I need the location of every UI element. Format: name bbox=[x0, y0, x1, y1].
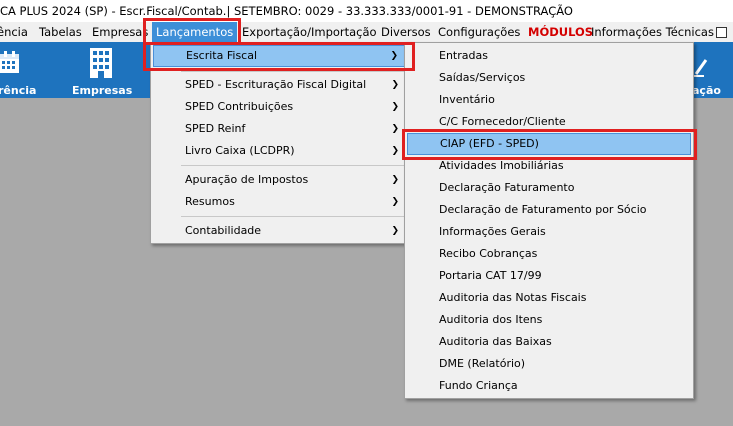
menu-item-configuracoes[interactable]: Configurações bbox=[438, 22, 520, 42]
menu-item-contabilidade[interactable]: Contabilidade ❯ bbox=[153, 220, 409, 242]
submenu-arrow-icon: ❯ bbox=[391, 124, 399, 134]
submenu-item-auditoria-notas-fiscais[interactable]: Auditoria das Notas Fiscais bbox=[407, 287, 691, 309]
submenu-item-cc-fornecedor-cliente[interactable]: C/C Fornecedor/Cliente bbox=[407, 111, 691, 133]
menu-item-label: Apuração de Impostos bbox=[185, 173, 309, 186]
submenu-item-declaracao-faturamento[interactable]: Declaração Faturamento bbox=[407, 177, 691, 199]
menu-separator bbox=[181, 165, 407, 166]
toolbar-button-empresas[interactable]: Empresas bbox=[62, 42, 142, 98]
submenu-item-auditoria-baixas[interactable]: Auditoria das Baixas bbox=[407, 331, 691, 353]
submenu-item-entradas[interactable]: Entradas bbox=[407, 45, 691, 67]
menu-item-livro-caixa[interactable]: Livro Caixa (LCDPR) ❯ bbox=[153, 140, 409, 162]
toolbar-label-referencia: rência bbox=[0, 84, 37, 97]
menu-bar: ência Tabelas Empresas Lançamentos Expor… bbox=[0, 22, 733, 42]
submenu-item-portaria-cat[interactable]: Portaria CAT 17/99 bbox=[407, 265, 691, 287]
menu-item-apuracao-impostos[interactable]: Apuração de Impostos ❯ bbox=[153, 169, 409, 191]
submenu-item-declaracao-faturamento-socio[interactable]: Declaração de Faturamento por Sócio bbox=[407, 199, 691, 221]
submenu-arrow-icon: ❯ bbox=[390, 51, 398, 61]
submenu-item-dme-relatorio[interactable]: DME (Relatório) bbox=[407, 353, 691, 375]
menu-item-sped-contribuicoes[interactable]: SPED Contribuições ❯ bbox=[153, 96, 409, 118]
submenu-item-auditoria-itens[interactable]: Auditoria dos Itens bbox=[407, 309, 691, 331]
submenu-item-inventario[interactable]: Inventário bbox=[407, 89, 691, 111]
submenu-item-ciap[interactable]: CIAP (EFD - SPED) bbox=[407, 133, 691, 155]
menu-item-exportacao-importacao[interactable]: Exportação/Importação bbox=[242, 22, 377, 42]
menu-item-label: Resumos bbox=[185, 195, 235, 208]
submenu-arrow-icon: ❯ bbox=[391, 80, 399, 90]
toolbar-label-right: ação bbox=[692, 84, 721, 97]
window-title: CA PLUS 2024 (SP) - Escr.Fiscal/Contab.|… bbox=[0, 4, 573, 18]
lancamentos-dropdown-menu: Escrita Fiscal ❯ SPED - Escrituração Fis… bbox=[150, 42, 412, 244]
submenu-item-informacoes-gerais[interactable]: Informações Gerais bbox=[407, 221, 691, 243]
submenu-arrow-icon: ❯ bbox=[391, 102, 399, 112]
menu-item-label: Contabilidade bbox=[185, 224, 262, 237]
submenu-arrow-icon: ❯ bbox=[391, 175, 399, 185]
menu-item-label: Livro Caixa (LCDPR) bbox=[185, 144, 295, 157]
submenu-item-saidas-servicos[interactable]: Saídas/Serviços bbox=[407, 67, 691, 89]
menu-item-diversos[interactable]: Diversos bbox=[381, 22, 431, 42]
menu-item-sped-efd[interactable]: SPED - Escrituração Fiscal Digital ❯ bbox=[153, 74, 409, 96]
menu-item-label: SPED Contribuições bbox=[185, 100, 294, 113]
menu-item-sped-reinf[interactable]: SPED Reinf ❯ bbox=[153, 118, 409, 140]
menu-item-informacoes-tecnicas[interactable]: Informações Técnicas bbox=[591, 22, 714, 42]
menu-item-label: SPED - Escrituração Fiscal Digital bbox=[185, 78, 367, 91]
submenu-arrow-icon: ❯ bbox=[391, 197, 399, 207]
window-title-bar: CA PLUS 2024 (SP) - Escr.Fiscal/Contab.|… bbox=[0, 0, 733, 22]
menu-item-modulos[interactable]: MÓDULOS bbox=[528, 22, 593, 42]
toolbar-button-referencia[interactable]: rência bbox=[0, 42, 40, 98]
submenu-item-fundo-crianca[interactable]: Fundo Criança bbox=[407, 375, 691, 397]
escrita-fiscal-submenu: Entradas Saídas/Serviços Inventário C/C … bbox=[404, 42, 694, 399]
menu-item-label: Escrita Fiscal bbox=[186, 49, 258, 62]
submenu-arrow-icon: ❯ bbox=[391, 146, 399, 156]
toolbar-button-right[interactable]: ação bbox=[690, 42, 733, 98]
building-icon bbox=[90, 48, 112, 78]
menu-separator bbox=[181, 216, 407, 217]
edit-icon bbox=[694, 59, 708, 77]
calendar-icon bbox=[0, 51, 19, 73]
menu-item-resumos[interactable]: Resumos ❯ bbox=[153, 191, 409, 213]
toolbar-label-empresas: Empresas bbox=[72, 84, 133, 97]
menu-item-escrita-fiscal[interactable]: Escrita Fiscal ❯ bbox=[153, 45, 409, 67]
submenu-item-recibo-cobrancas[interactable]: Recibo Cobranças bbox=[407, 243, 691, 265]
menu-item-empresas[interactable]: Empresas bbox=[92, 22, 148, 42]
menu-item-tabelas[interactable]: Tabelas bbox=[39, 22, 82, 42]
menu-separator bbox=[181, 71, 407, 72]
menu-item-lancamentos[interactable]: Lançamentos bbox=[152, 22, 238, 42]
menubar-checkbox[interactable] bbox=[716, 27, 727, 38]
submenu-item-atividades-imobiliarias[interactable]: Atividades Imobiliárias bbox=[407, 155, 691, 177]
submenu-arrow-icon: ❯ bbox=[391, 226, 399, 236]
menu-item-label: SPED Reinf bbox=[185, 122, 246, 135]
menu-item-referencia[interactable]: ência bbox=[0, 22, 28, 42]
